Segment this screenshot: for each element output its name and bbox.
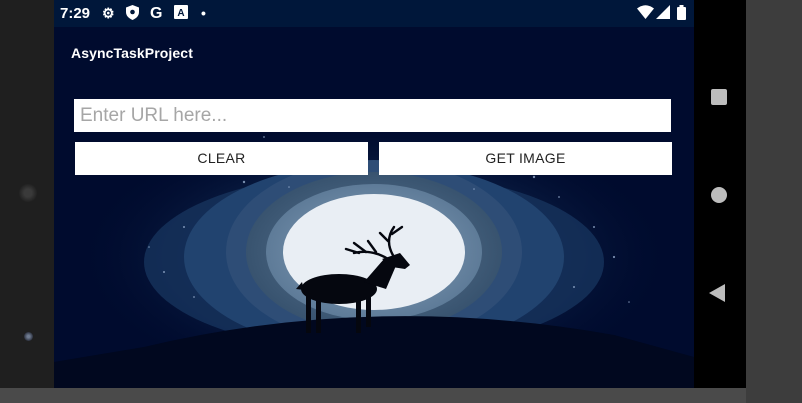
device-right-bezel <box>746 0 802 403</box>
app-screen: 7:29 ⚙ G A • AsyncTaskProject CLEAR GET … <box>54 0 694 388</box>
device-bottom-bezel <box>0 388 802 403</box>
status-time: 7:29 <box>60 5 91 22</box>
shield-icon <box>126 5 139 23</box>
font-a-icon: A <box>174 5 188 22</box>
dot-icon: • <box>201 5 206 21</box>
wifi-icon <box>637 5 654 22</box>
app-bar: AsyncTaskProject <box>54 27 694 79</box>
clear-button[interactable]: CLEAR <box>75 142 368 175</box>
signal-icon <box>656 5 670 22</box>
front-camera <box>24 332 33 341</box>
overview-square-icon[interactable] <box>711 89 727 105</box>
app-title: AsyncTaskProject <box>71 45 193 61</box>
settings-icon: ⚙ <box>102 5 115 21</box>
url-input[interactable] <box>74 99 671 132</box>
svg-text:A: A <box>177 8 184 19</box>
home-circle-icon[interactable] <box>711 187 727 203</box>
back-triangle-icon[interactable] <box>709 284 725 302</box>
speaker-grille <box>19 184 37 202</box>
google-g-icon: G <box>150 5 163 22</box>
battery-icon <box>677 5 686 23</box>
moon-deer-illustration-image <box>54 117 694 388</box>
status-bar: 7:29 ⚙ G A • <box>54 0 694 27</box>
get-image-button[interactable]: GET IMAGE <box>379 142 672 175</box>
